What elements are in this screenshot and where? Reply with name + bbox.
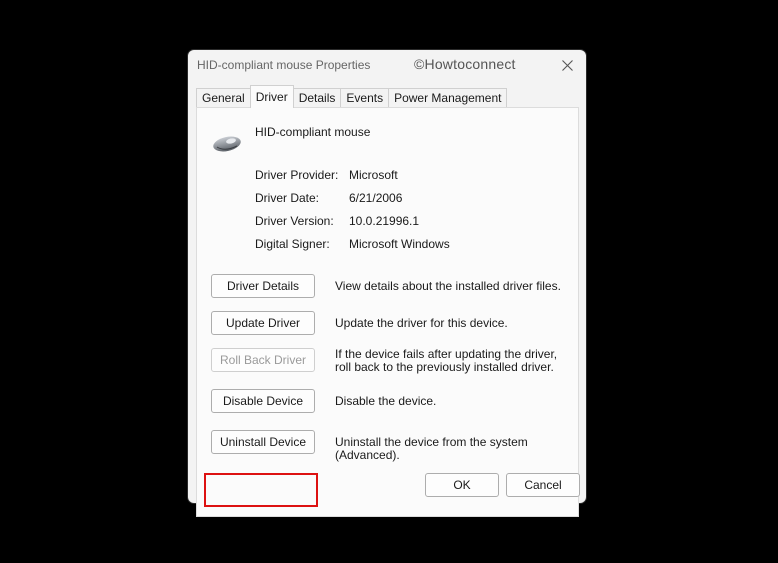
disable-device-button[interactable]: Disable Device [211,389,315,413]
info-label: Driver Version: [255,214,334,228]
tab-general[interactable]: General [196,88,251,108]
tab-driver[interactable]: Driver [249,85,294,108]
driver-details-desc: View details about the installed driver … [335,279,561,293]
info-value: Microsoft [349,168,398,182]
info-value: 10.0.21996.1 [349,214,420,228]
title-bar: HID-compliant mouse Properties ©Howtocon… [188,50,586,80]
update-driver-button[interactable]: Update Driver [211,311,315,335]
tab-bar: General Driver Details Events Power Mana… [196,85,508,108]
tab-details[interactable]: Details [292,88,342,108]
info-value: Microsoft Windows [349,237,450,251]
uninstall-device-button[interactable]: Uninstall Device [211,430,315,454]
disable-device-desc: Disable the device. [335,394,437,408]
info-label: Digital Signer: [255,237,330,251]
info-value: 6/21/2006 [349,191,403,205]
tab-events[interactable]: Events [340,88,390,108]
window-title: HID-compliant mouse Properties [197,58,371,72]
close-icon [561,59,573,71]
info-label: Driver Date: [255,191,320,205]
device-name: HID-compliant mouse [255,125,371,139]
ok-button[interactable]: OK [425,473,499,497]
update-driver-desc: Update the driver for this device. [335,316,508,330]
watermark: ©Howtoconnect [414,56,516,72]
mouse-icon [213,136,241,152]
cancel-button[interactable]: Cancel [506,473,580,497]
tab-power-management[interactable]: Power Management [388,88,508,108]
roll-back-driver-desc: If the device fails after updating the d… [335,347,558,374]
uninstall-device-desc: Uninstall the device from the system (Ad… [335,435,528,462]
roll-back-driver-button[interactable]: Roll Back Driver [211,348,315,372]
driver-panel: HID-compliant mouse Driver Provider: Mic… [196,107,579,517]
driver-details-button[interactable]: Driver Details [211,274,315,298]
info-label: Driver Provider: [255,168,339,182]
properties-dialog: HID-compliant mouse Properties ©Howtocon… [188,50,586,517]
close-button[interactable] [552,52,582,78]
highlight-box [204,473,318,507]
